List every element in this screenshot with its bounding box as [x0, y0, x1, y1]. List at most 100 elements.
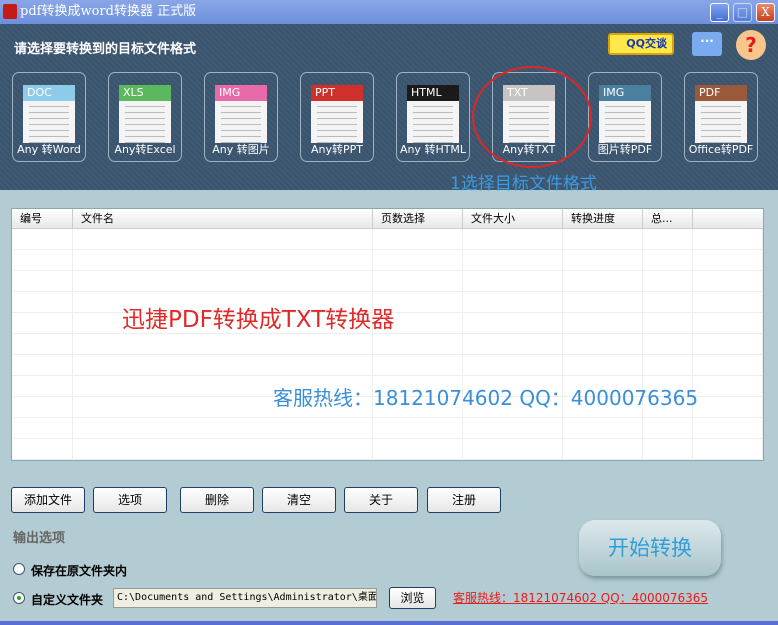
table-cell	[643, 313, 693, 333]
format-label: Any 转图片	[212, 143, 270, 156]
highlight-circle	[472, 66, 592, 168]
table-cell	[563, 418, 643, 438]
col-pages[interactable]: 页数选择	[373, 209, 463, 228]
table-cell	[693, 271, 763, 291]
table-cell	[373, 271, 463, 291]
radio-original-label[interactable]: 保存在原文件夹内	[31, 562, 127, 579]
table-cell	[463, 439, 563, 459]
table-cell	[73, 418, 373, 438]
format-label: Office转PDF	[688, 143, 754, 156]
format-xls-1[interactable]: XLS Any转Excel	[108, 72, 182, 162]
file-type-icon: PPT	[311, 85, 363, 143]
table-row[interactable]	[12, 355, 763, 376]
format-tag: IMG	[599, 85, 651, 101]
table-cell	[563, 334, 643, 354]
maximize-button[interactable]: □	[733, 3, 752, 22]
table-cell	[643, 439, 693, 459]
format-tag: PPT	[311, 85, 363, 101]
table-cell	[563, 313, 643, 333]
start-convert-button[interactable]: 开始转换	[579, 520, 721, 576]
format-img-2[interactable]: IMG Any 转图片	[204, 72, 278, 162]
table-header: 编号 文件名 页数选择 文件大小 转换进度 总...	[12, 209, 763, 229]
document-lines	[29, 101, 69, 143]
table-cell	[643, 292, 693, 312]
table-cell	[12, 418, 73, 438]
format-label: 图片转PDF	[597, 143, 653, 156]
format-tag: IMG	[215, 85, 267, 101]
format-label: Any转Excel	[114, 143, 176, 156]
table-cell	[12, 292, 73, 312]
step-hint: 1选择目标文件格式	[450, 174, 597, 194]
table-cell	[463, 355, 563, 375]
table-cell	[73, 355, 373, 375]
table-row[interactable]	[12, 439, 763, 460]
chat-bubble-icon[interactable]: ···	[692, 32, 722, 56]
output-options-label: 输出选项	[13, 531, 66, 546]
radio-custom-label[interactable]: 自定义文件夹	[31, 591, 103, 608]
table-cell	[643, 271, 693, 291]
table-row[interactable]	[12, 250, 763, 271]
table-cell	[693, 229, 763, 249]
table-cell	[693, 439, 763, 459]
hotline-link[interactable]: 客服热线：18121074602 QQ：4000076365	[453, 589, 708, 606]
qq-chat-button[interactable]: QQ交谈	[608, 33, 674, 55]
watermark-title: 迅捷PDF转换成TXT转换器	[122, 307, 395, 333]
radio-original-folder[interactable]	[13, 563, 25, 575]
table-cell	[12, 439, 73, 459]
register-button[interactable]: 注册	[427, 487, 501, 513]
table-row[interactable]	[12, 418, 763, 439]
table-cell	[643, 355, 693, 375]
format-tag: DOC	[23, 85, 75, 101]
clear-button[interactable]: 清空	[262, 487, 336, 513]
table-row[interactable]	[12, 271, 763, 292]
format-pdf-7[interactable]: PDF Office转PDF	[684, 72, 758, 162]
table-cell	[12, 250, 73, 270]
file-type-icon: IMG	[215, 85, 267, 143]
radio-custom-folder[interactable]	[13, 592, 25, 604]
browse-button[interactable]: 浏览	[389, 587, 436, 609]
file-type-icon: PDF	[695, 85, 747, 143]
col-total[interactable]: 总...	[643, 209, 693, 228]
col-size[interactable]: 文件大小	[463, 209, 563, 228]
file-table[interactable]: 编号 文件名 页数选择 文件大小 转换进度 总...	[11, 208, 764, 461]
table-cell	[563, 271, 643, 291]
about-button[interactable]: 关于	[344, 487, 418, 513]
table-cell	[563, 439, 643, 459]
help-icon[interactable]: ?	[736, 30, 766, 60]
document-lines	[413, 101, 453, 143]
table-cell	[12, 313, 73, 333]
format-prompt: 请选择要转换到的目标文件格式	[14, 42, 197, 57]
format-ppt-3[interactable]: PPT Any转PPT	[300, 72, 374, 162]
file-type-icon: HTML	[407, 85, 459, 143]
options-button[interactable]: 选项	[93, 487, 167, 513]
table-cell	[693, 355, 763, 375]
table-cell	[563, 292, 643, 312]
col-progress[interactable]: 转换进度	[563, 209, 643, 228]
add-file-button[interactable]: 添加文件	[11, 487, 85, 513]
table-cell	[373, 229, 463, 249]
format-tag: HTML	[407, 85, 459, 101]
delete-button[interactable]: 删除	[180, 487, 254, 513]
format-doc-0[interactable]: DOC Any 转Word	[12, 72, 86, 162]
minimize-button[interactable]: _	[710, 3, 729, 22]
format-panel: 请选择要转换到的目标文件格式 QQ交谈 ··· ? DOC Any 转Word XL…	[0, 24, 778, 194]
table-cell	[463, 313, 563, 333]
table-cell	[73, 229, 373, 249]
col-filename[interactable]: 文件名	[73, 209, 373, 228]
table-row[interactable]	[12, 334, 763, 355]
col-index[interactable]: 编号	[12, 209, 73, 228]
format-label: Any 转Word	[17, 143, 81, 156]
title-bar: pdf转换成word转换器 正式版 _ □ X	[0, 0, 778, 24]
format-img-6[interactable]: IMG 图片转PDF	[588, 72, 662, 162]
table-cell	[373, 355, 463, 375]
table-cell	[73, 334, 373, 354]
format-html-4[interactable]: HTML Any 转HTML	[396, 72, 470, 162]
document-lines	[701, 101, 741, 143]
table-row[interactable]	[12, 229, 763, 250]
close-button[interactable]: X	[756, 3, 775, 22]
output-path-input[interactable]: C:\Documents and Settings\Administrator\…	[113, 588, 377, 608]
table-cell	[563, 250, 643, 270]
table-cell	[12, 229, 73, 249]
table-cell	[693, 418, 763, 438]
table-cell	[463, 418, 563, 438]
